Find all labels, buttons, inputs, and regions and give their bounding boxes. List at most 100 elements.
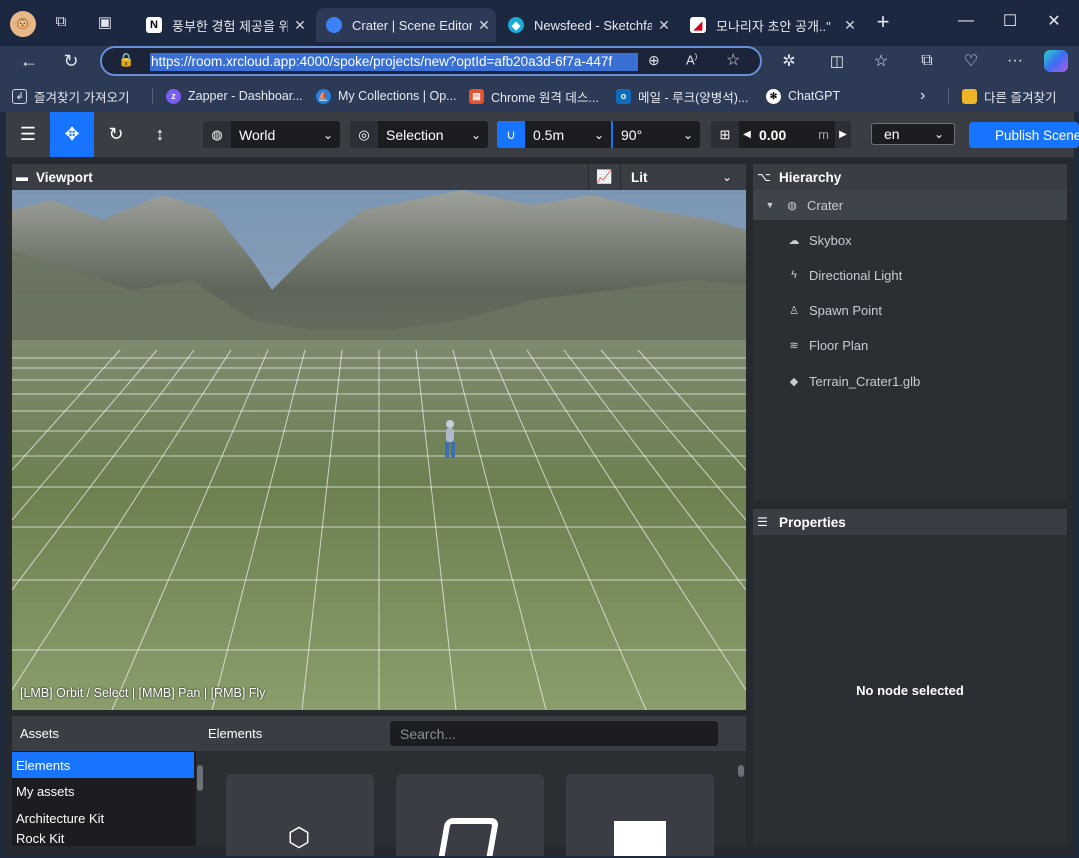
- viewport-canvas[interactable]: [LMB] Orbit / Select | [MMB] Pan | [RMB]…: [12, 190, 746, 710]
- close-tab-icon[interactable]: ✕: [472, 17, 496, 34]
- snap-settings[interactable]: ∪ 0.5m ⌄ 90° ⌄: [497, 121, 700, 148]
- pivot-select[interactable]: ◎ Selection ⌄: [350, 121, 488, 148]
- tab-scene-editor[interactable]: Crater | Scene Editor ✕: [316, 8, 496, 42]
- asset-sources-scrollbar[interactable]: [196, 751, 204, 846]
- bookmark-outlook[interactable]: o 메일 - 루크(양병석)...: [616, 86, 748, 106]
- favorites-icon[interactable]: ☆: [866, 46, 896, 76]
- grid-icon[interactable]: ⊞: [711, 121, 739, 148]
- chevron-down-icon: ⌄: [682, 127, 694, 142]
- grid-increase-icon[interactable]: ▶: [835, 121, 851, 148]
- scrollbar-thumb[interactable]: [738, 765, 744, 777]
- asset-source-architecture-kit[interactable]: Architecture Kit: [12, 805, 194, 831]
- hierarchy-item-skybox[interactable]: ☁ Skybox: [753, 225, 1067, 255]
- menu-button[interactable]: ☰: [6, 112, 50, 157]
- profile-avatar[interactable]: 🐵: [10, 11, 36, 37]
- url-text[interactable]: https://room.xrcloud.app:4000/spoke/proj…: [150, 53, 638, 71]
- magnet-icon[interactable]: ∪: [497, 121, 525, 148]
- grid-height-value[interactable]: 0.00: [755, 127, 818, 143]
- hierarchy-item-label: Crater: [807, 197, 844, 213]
- extensions-icon[interactable]: ✲: [774, 46, 804, 76]
- terrain-scene[interactable]: [12, 190, 746, 710]
- browser-essentials-icon[interactable]: ♡: [956, 46, 986, 76]
- scrollbar-thumb[interactable]: [197, 765, 203, 791]
- caret-down-icon[interactable]: ▼: [763, 200, 777, 210]
- translate-tool-button[interactable]: ✥: [50, 112, 94, 157]
- tab-notion[interactable]: N 풍부한 경험 제공을 위 ✕: [136, 8, 312, 42]
- tab-sketchfab[interactable]: ◆ Newsfeed - Sketchfab ✕: [498, 8, 676, 42]
- collections-icon[interactable]: ⧉: [912, 46, 942, 76]
- scale-icon: ↕: [155, 124, 165, 144]
- more-options-icon[interactable]: ···: [1000, 46, 1030, 76]
- scale-tool-button[interactable]: ↕: [138, 112, 182, 157]
- bookmark-opensea[interactable]: ⛵ My Collections | Op...: [316, 86, 457, 106]
- close-window-icon[interactable]: ✕: [1034, 6, 1074, 36]
- chevron-down-icon: ⌄: [934, 127, 945, 141]
- bookmark-chatgpt[interactable]: ✻ ChatGPT: [766, 86, 840, 106]
- grid-decrease-icon[interactable]: ◀: [739, 129, 755, 140]
- language-select[interactable]: en ⌄: [871, 123, 955, 145]
- bookmark-import[interactable]: ↲ 즐겨찾기 가져오기: [12, 86, 129, 106]
- hierarchy-title: Hierarchy: [779, 169, 842, 185]
- element-card-image[interactable]: [566, 774, 714, 856]
- asset-search-input[interactable]: Search...: [390, 721, 718, 746]
- hierarchy-item-directional-light[interactable]: ϟ Directional Light: [753, 260, 1067, 290]
- snap-rotate-value[interactable]: 90°: [613, 127, 676, 143]
- grid-settings[interactable]: ⊞ ◀ 0.00 m ▶: [711, 121, 851, 148]
- bookmark-remote-desktop[interactable]: ▤ Chrome 원격 데스...: [469, 86, 599, 106]
- hierarchy-item-root[interactable]: ▼ ◍ Crater: [753, 190, 1067, 220]
- hierarchy-item-label: Directional Light: [809, 267, 903, 283]
- bookmark-label: 다른 즐겨찾기: [984, 90, 1057, 105]
- hierarchy-item-floor-plan[interactable]: ≋ Floor Plan: [753, 330, 1067, 360]
- asset-source-elements[interactable]: Elements: [12, 752, 194, 778]
- close-tab-icon[interactable]: ✕: [288, 17, 312, 34]
- chevron-down-icon: ⌄: [470, 127, 482, 142]
- transform-space-select[interactable]: ◍ World ⌄: [203, 121, 340, 148]
- element-card-model[interactable]: ⬡: [226, 774, 374, 856]
- rotate-tool-button[interactable]: ↻: [94, 112, 138, 157]
- tab-news[interactable]: ◢ 모나리자 초안 공개.." ✕: [680, 8, 862, 42]
- render-mode-value: Lit: [631, 169, 648, 185]
- favorite-star-icon[interactable]: ☆: [726, 50, 740, 70]
- bolt-icon: ϟ: [791, 269, 797, 281]
- elements-scrollbar[interactable]: [736, 751, 746, 846]
- hierarchy-panel: ▼ ◍ Crater ☁ Skybox ϟ Directional Light …: [753, 190, 1067, 500]
- bookmark-other-favorites[interactable]: 다른 즐겨찾기: [962, 86, 1056, 106]
- snap-translate-value[interactable]: 0.5m: [525, 127, 587, 143]
- hierarchy-item-terrain[interactable]: ◆ Terrain_Crater1.glb: [753, 366, 1067, 396]
- move-icon: ✥: [64, 124, 80, 144]
- workspaces-icon[interactable]: ⧉: [50, 13, 72, 35]
- cloud-icon: ☁: [788, 234, 800, 247]
- render-mode-select[interactable]: Lit ⌄: [620, 164, 746, 190]
- hierarchy-item-spawn-point[interactable]: ♙ Spawn Point: [753, 295, 1067, 325]
- bookmark-divider: [948, 88, 949, 104]
- new-tab-icon[interactable]: +: [870, 10, 896, 36]
- asset-source-rock-kit[interactable]: Rock Kit: [12, 831, 194, 846]
- tab-actions-icon[interactable]: ▣: [94, 13, 116, 35]
- minimize-icon[interactable]: —: [946, 6, 986, 36]
- copilot-icon[interactable]: [1044, 50, 1068, 72]
- model-icon: ⬡: [287, 822, 311, 852]
- back-icon[interactable]: ←: [14, 46, 44, 76]
- split-screen-icon[interactable]: ◫: [822, 46, 852, 76]
- refresh-icon[interactable]: ↻: [56, 46, 86, 76]
- sliders-icon: ☰: [757, 515, 768, 529]
- lock-icon[interactable]: 🔒: [118, 52, 134, 68]
- stats-toggle[interactable]: 📈: [588, 164, 620, 190]
- zoom-icon[interactable]: ⊕: [648, 52, 660, 69]
- element-card-group[interactable]: [396, 774, 544, 856]
- properties-header: ☰ Properties: [753, 509, 1067, 535]
- address-bar[interactable]: 🔒 https://room.xrcloud.app:4000/spoke/pr…: [100, 46, 762, 76]
- read-aloud-icon[interactable]: A): [686, 52, 697, 67]
- close-tab-icon[interactable]: ✕: [838, 17, 862, 34]
- asset-source-my-assets[interactable]: My assets: [12, 778, 194, 804]
- bookmark-zapper[interactable]: z Zapper - Dashboar...: [166, 86, 303, 106]
- more-bookmarks-chevron-icon[interactable]: ›: [920, 86, 925, 106]
- viewport-controls-hint: [LMB] Orbit / Select | [MMB] Pan | [RMB]…: [20, 686, 266, 700]
- hierarchy-item-label: Floor Plan: [809, 337, 869, 353]
- publish-scene-button[interactable]: Publish Scene: [969, 122, 1079, 148]
- close-tab-icon[interactable]: ✕: [652, 17, 676, 34]
- elements-panel-title: Elements: [208, 726, 263, 741]
- hierarchy-header: ⌥ Hierarchy: [753, 164, 1067, 190]
- bookmark-label: Zapper - Dashboar...: [188, 89, 303, 103]
- maximize-icon[interactable]: ☐: [990, 6, 1030, 36]
